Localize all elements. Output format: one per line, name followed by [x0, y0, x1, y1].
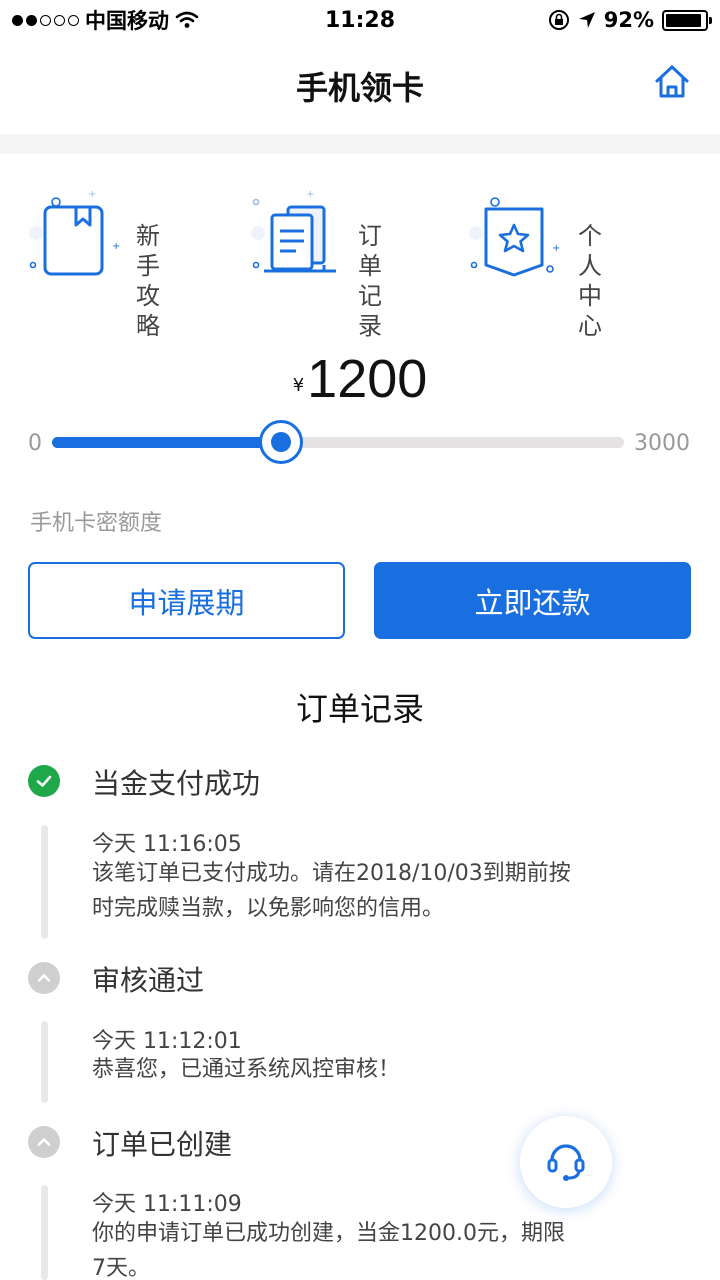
chevron-up-icon[interactable] [28, 962, 60, 994]
timeline-description: 恭喜您，已通过系统风控审核！ [92, 1057, 401, 1082]
records-title: 订单记录 [295, 690, 424, 728]
home-icon [655, 65, 689, 98]
timeline-time: 今天 11:16:05 [92, 832, 242, 857]
slider-fill [52, 437, 281, 448]
svg-text:+: + [112, 241, 120, 252]
battery-fill [666, 13, 701, 27]
check-circle-icon [28, 765, 60, 797]
amount-display: ¥1200 [0, 348, 720, 410]
timeline-connector [41, 825, 48, 939]
nav-divider [0, 134, 720, 154]
quick-action-label: 新手攻略 [136, 222, 178, 340]
amount-value: 1200 [307, 349, 428, 409]
svg-text:+: + [306, 189, 314, 200]
limit-label: 手机卡密额度 [30, 511, 163, 536]
repay-button[interactable]: 立即还款 [374, 562, 691, 639]
signal-icon [12, 14, 79, 26]
quick-action-guide[interactable]: + + 新手攻略 [28, 185, 248, 340]
svg-text:+: + [88, 189, 96, 200]
wifi-icon [175, 11, 199, 28]
location-arrow-icon [578, 12, 595, 28]
quick-action-label: 订单记录 [358, 222, 400, 340]
carrier-name: 中国移动 [85, 9, 169, 33]
battery-percent: 92% [603, 8, 654, 32]
slider-thumb[interactable] [258, 420, 303, 464]
timeline-time: 今天 11:12:01 [92, 1029, 242, 1054]
timeline-time: 今天 11:11:09 [92, 1192, 242, 1217]
customer-service-button[interactable] [520, 1116, 612, 1208]
quick-actions: + + 新手攻略 + 订单记录 + 个人中心 [0, 185, 720, 340]
timeline-title: 审核通过 [92, 964, 205, 997]
star-badge-icon: + [469, 197, 560, 277]
document-icon: + [251, 189, 336, 273]
timeline-connector [41, 1021, 48, 1103]
headset-icon [547, 1144, 585, 1181]
book-icon: + + [29, 189, 120, 276]
slider-min-label: 0 [28, 431, 42, 456]
battery-icon [662, 9, 712, 31]
amount-slider[interactable] [52, 420, 624, 464]
timeline-title: 订单已创建 [92, 1128, 233, 1161]
quick-action-profile[interactable]: + 个人中心 [468, 185, 688, 340]
page-title: 手机领卡 [295, 69, 424, 107]
timeline-connector [41, 1185, 48, 1280]
status-right: 92% [548, 8, 712, 32]
extend-button[interactable]: 申请展期 [28, 562, 345, 639]
slider-max-label: 3000 [634, 431, 690, 456]
svg-text:+: + [552, 243, 560, 254]
quick-action-label: 个人中心 [578, 222, 620, 340]
status-bar: 中国移动 11:28 92% [0, 0, 720, 40]
chevron-up-icon[interactable] [28, 1126, 60, 1158]
quick-action-orders[interactable]: + 订单记录 [248, 185, 468, 340]
home-button[interactable] [652, 62, 692, 102]
status-left: 中国移动 [12, 5, 199, 35]
timeline-title: 当金支付成功 [92, 767, 261, 800]
timeline-description: 你的申请订单已成功创建，当金1200.0元，期限7天。 [92, 1221, 565, 1280]
rotation-lock-icon [548, 10, 569, 30]
page: 中国移动 11:28 92% 手机领卡 + + 新手攻略 + 订单记录 + 个人… [0, 0, 720, 1280]
timeline-description: 该笔订单已支付成功。请在2018/10/03到期前按时完成赎当款，以免影响您的信… [92, 861, 571, 921]
nav-bar: 手机领卡 [0, 40, 720, 132]
currency-symbol: ¥ [292, 375, 305, 396]
